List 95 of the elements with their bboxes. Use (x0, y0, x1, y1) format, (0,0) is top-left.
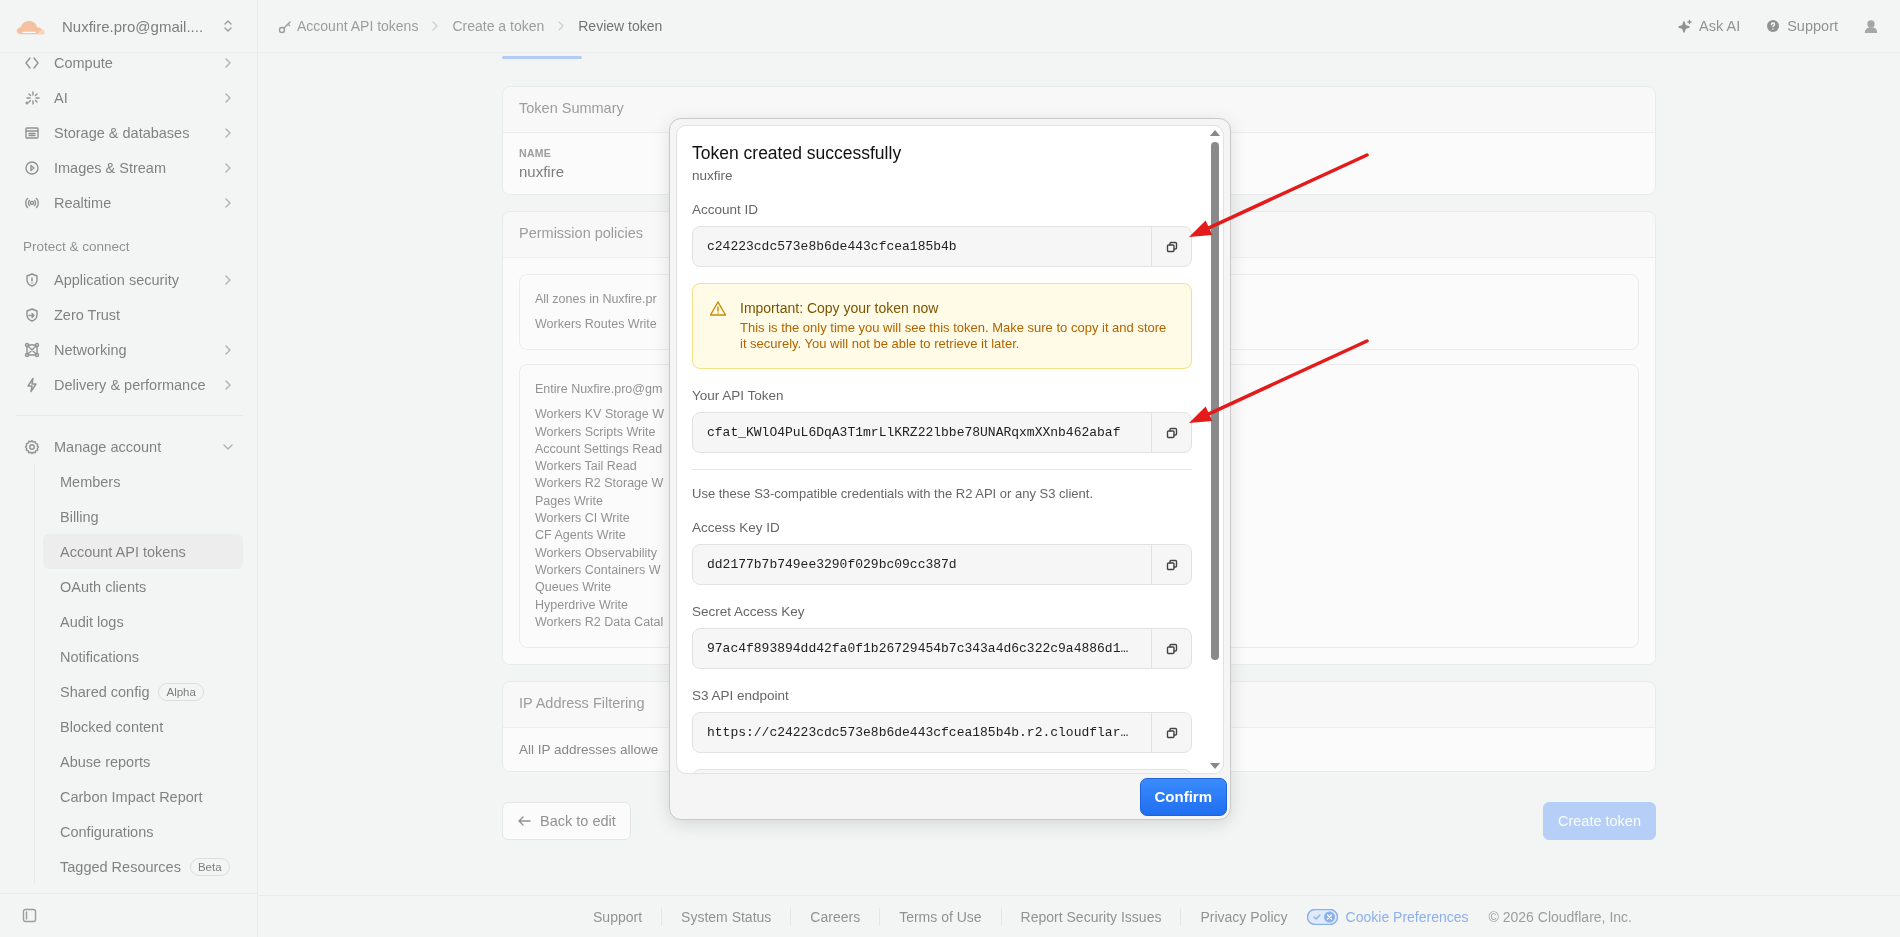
nav-subitem[interactable]: Audit logs (43, 604, 243, 639)
nav-subitem[interactable]: Shared config Alpha (43, 674, 243, 709)
field-label: Account ID (692, 201, 760, 218)
permission-text: Workers R2 Storage W (535, 475, 664, 493)
card-title: Token Summary (519, 100, 624, 116)
nav-item[interactable]: Zero Trust (16, 297, 243, 332)
nav-item[interactable]: Storage & databases (16, 115, 243, 150)
breadcrumb-link[interactable]: Review token (578, 18, 663, 34)
permission-text: Workers R2 Data Catal (535, 613, 664, 631)
permission-text: Workers Observability (535, 544, 658, 562)
nav-item[interactable]: AI (16, 80, 243, 115)
footer-link[interactable]: Support (574, 907, 662, 926)
shield-arrow-icon (24, 306, 40, 323)
account-name[interactable]: Nuxfire.pro@gmail.... (62, 17, 207, 35)
permission-text: Workers Tail Read (535, 458, 637, 476)
credential-field[interactable]: c24223cdc573e8b6de443cfcea185b4b (692, 226, 1192, 267)
credential-field[interactable]: dd2177b7b749ee3290f029bc09cc387d (692, 544, 1192, 585)
copyright-text: © 2026 Cloudflare, Inc. (1487, 908, 1632, 925)
help-icon (1766, 19, 1781, 33)
back-button[interactable]: Back to edit (502, 802, 631, 841)
nav-item[interactable]: Networking (16, 332, 243, 367)
sparkle-icon (1677, 18, 1693, 34)
nav-subitem[interactable]: Members (43, 464, 243, 499)
footer-link[interactable]: Terms of Use (879, 907, 1001, 926)
footer-link[interactable]: Report Security Issues (1000, 907, 1181, 926)
shield-icon (24, 271, 40, 288)
permission-text: Hyperdrive Write (535, 596, 628, 614)
nav-item[interactable]: Manage account (16, 429, 243, 464)
nav-subitem[interactable]: Abuse reports (43, 744, 243, 779)
permission-text: Pages Write (535, 492, 603, 510)
field-label: Access Key ID (692, 519, 781, 536)
section-heading: Protect & connect (23, 239, 130, 254)
card-title: Permission policies (519, 225, 644, 241)
network-icon (24, 341, 40, 358)
support-button[interactable]: Support (1766, 18, 1838, 34)
nav-item[interactable]: Delivery & performance (16, 367, 243, 402)
ask-ai-button[interactable]: Ask AI (1677, 18, 1741, 34)
copy-icon (1165, 642, 1178, 655)
nav-subitem[interactable]: Carbon Impact Report (43, 779, 243, 814)
copy-icon (1165, 726, 1178, 739)
permission-text: Workers Routes Write (535, 316, 657, 333)
nav-subitem[interactable]: OAuth clients (43, 569, 243, 604)
nav-subitem[interactable]: Blocked content (43, 709, 243, 744)
credential-field[interactable]: 97ac4f893894dd42fa0f1b26729454b7c343a4d6c322c9a4886d1… (692, 628, 1192, 669)
permission-text: Account Settings Read (535, 440, 663, 458)
warning-icon (709, 300, 727, 317)
nav-label: Shared config (60, 683, 150, 700)
nav-subitem[interactable]: Configurations (43, 814, 243, 849)
token-name: nuxfire (519, 163, 565, 180)
token-name: nuxfire (692, 168, 734, 183)
nav-item[interactable]: Application security (16, 262, 243, 297)
toggle-icon (1306, 908, 1338, 925)
sidebar-toggle-icon[interactable] (22, 908, 37, 923)
play-circle-icon (24, 159, 40, 176)
warning-text: This is the only time you will see this token. Make sure to copy it and store it securely. You will not be able to retrieve it later. (740, 320, 1168, 352)
permission-text: CF Agents Write (535, 527, 626, 545)
confirm-button[interactable]: Confirm (1139, 777, 1227, 816)
nav-label: Tagged Resources (60, 858, 181, 875)
nav-item[interactable]: Realtime (16, 185, 243, 220)
permission-text: Workers KV Storage W (535, 406, 664, 424)
storage-icon (24, 124, 40, 141)
field-label: Secret Access Key (692, 603, 806, 620)
nav-subitem[interactable]: Billing (43, 499, 243, 534)
breadcrumb-link[interactable]: Account API tokens (277, 18, 419, 34)
helper-text: Use these S3-compatible credentials with the R2 API or any S3 client. (692, 486, 1095, 501)
policy-scope: All zones in Nuxfire.pr (535, 291, 657, 308)
dialog-title: Token created successfully (692, 142, 903, 164)
field-label: Your API Token (692, 387, 785, 404)
footer-link[interactable]: Careers (790, 907, 880, 926)
field-label: NAME (519, 147, 552, 159)
copy-icon (1165, 558, 1178, 571)
permission-text: Queues Write (535, 579, 612, 597)
copy-icon (1165, 426, 1178, 439)
footer-link[interactable]: System Status (661, 907, 791, 926)
nav-item[interactable]: Images & Stream (16, 150, 243, 185)
permission-text: Workers Scripts Write (535, 423, 656, 441)
sparkle-icon (24, 89, 40, 106)
footer-link[interactable]: Privacy Policy (1180, 907, 1307, 926)
card-title: IP Address Filtering (519, 695, 645, 712)
breadcrumb-link[interactable]: Create a token (452, 18, 545, 34)
nav-subitem[interactable]: Account API tokens (43, 534, 243, 569)
nav-subitem[interactable]: Notifications (43, 639, 243, 674)
policy-scope: Entire Nuxfire.pro@gm (535, 381, 663, 399)
settings-icon (24, 438, 40, 455)
nav-item[interactable]: Compute (16, 53, 243, 80)
field-label: S3 API endpoint (692, 687, 790, 704)
permission-text: Workers Containers W (535, 561, 661, 579)
copy-icon (1165, 240, 1178, 253)
warning-title: Important: Copy your token now (740, 299, 940, 317)
ip-filter-text: All IP addresses allowe (519, 742, 659, 758)
permission-text: Workers CI Write (535, 510, 630, 528)
credential-field[interactable]: cfat_KWlO4PuL6DqA3T1mrLlKRZ22lbbe78UNARqxmXXnb462abaf (692, 412, 1192, 453)
cookie-preferences-link[interactable]: Cookie Preferences (1306, 907, 1483, 926)
credential-field[interactable]: https://c24223cdc573e8b6de443cfcea185b4b.r2.cloudflar… (692, 712, 1192, 753)
nav-subitem[interactable]: Tagged Resources Beta (43, 849, 243, 884)
